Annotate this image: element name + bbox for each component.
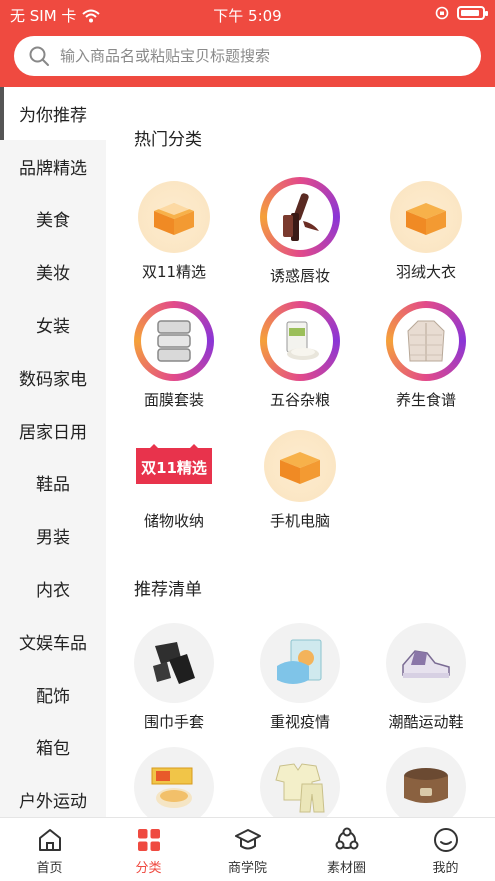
containers-icon [157,320,191,362]
category-item-health-recipe[interactable]: 养生食谱 [371,301,481,410]
nav-label: 商学院 [227,861,267,876]
mask-icon [277,639,322,684]
category-label: 羽绒大衣 [395,263,456,281]
nav-label: 我的 [432,861,459,876]
sidebar-item-accessories[interactable]: 配饰 [0,668,106,721]
category-label: 双11精选 [141,263,207,281]
category-label: 五谷杂粮 [269,391,330,409]
recommend-item-snack[interactable] [119,747,229,817]
nav-category[interactable]: 分类 [99,818,198,881]
battery-icon [457,6,488,20]
category-item-phone-pc[interactable]: 手机电脑 [245,430,355,531]
recommend-item-pajamas[interactable] [245,747,355,817]
category-label: 面膜套装 [143,391,204,409]
category-label: 养生食谱 [395,391,456,409]
sidebar-item-outdoor[interactable]: 户外运动 [0,773,106,817]
material-circle-icon [335,827,358,850]
category-label: 手机电脑 [269,512,330,530]
recommend-item-rice-cooker[interactable] [371,747,481,817]
sidebar-item-mens[interactable]: 男装 [0,509,106,562]
double11-badge-icon: 双11精选 [136,444,212,484]
status-bar: 无 SIM 卡 下午 5:09 [0,0,495,28]
box-icon [280,452,320,484]
header-bar: 无 SIM 卡 下午 5:09 [0,0,495,87]
category-label: 储物收纳 [143,512,204,530]
category-item-lipstick[interactable]: 诱惑唇妆 [245,177,355,286]
sidebar-item-underwear[interactable]: 内衣 [0,562,106,615]
nav-label: 分类 [135,861,162,876]
sidebar-item-digital[interactable]: 数码家电 [0,351,106,404]
profile-icon [433,828,458,852]
search-input[interactable] [60,47,460,65]
box-icon [154,203,194,235]
snack-icon [151,767,193,808]
status-time: 下午 5:09 [213,7,282,25]
sidebar-item-brand[interactable]: 品牌精选 [0,140,106,193]
category-item-storage[interactable]: 双11精选 储物收纳 [119,430,229,531]
recommend-label: 潮酷运动鞋 [388,713,464,731]
nav-home[interactable]: 首页 [0,818,99,881]
lipstick-icon [283,193,319,241]
category-item-double11[interactable]: 双11精选 [119,181,229,282]
grain-icon [286,321,319,360]
category-content: 热门分类 双11精选 诱惑唇妆 羽绒大衣 面膜套装 五谷杂粮 养生食谱 双11精… [106,87,495,817]
sidebar-item-food[interactable]: 美食 [0,193,106,246]
sidebar-item-womens[interactable]: 女装 [0,298,106,351]
recommend-item-scarf[interactable]: 围巾手套 [119,623,229,732]
sneaker-icon [402,650,450,678]
category-item-grains[interactable]: 五谷杂粮 [245,301,355,410]
recommend-label: 重视疫情 [269,713,330,731]
sidebar-item-makeup[interactable]: 美妆 [0,245,106,298]
recommend-item-sneaker[interactable]: 潮酷运动鞋 [371,623,481,732]
box-icon [406,203,446,235]
home-icon [38,829,61,851]
recommend-label: 围巾手套 [143,713,204,731]
sidebar-item-entertainment[interactable]: 文娱车品 [0,615,106,668]
sidebar-item-recommend[interactable]: 为你推荐 [0,87,106,140]
search-icon [29,46,49,66]
scarf-icon [153,642,195,684]
pajamas-icon [275,763,325,813]
category-item-facemask[interactable]: 面膜套装 [119,301,229,410]
sidebar-item-home[interactable]: 居家日用 [0,404,106,457]
sidebar-item-bags[interactable]: 箱包 [0,721,106,774]
category-sidebar: 为你推荐 品牌精选 美食 美妆 女装 数码家电 居家日用 鞋品 男装 内衣 文娱… [0,87,106,817]
recommend-item-mask[interactable]: 重视疫情 [245,623,355,732]
section-title-hot: 热门分类 [134,130,202,150]
orientation-lock-icon [435,6,449,20]
nav-label: 首页 [36,861,63,876]
bottom-nav: 首页 分类 商学院 素材圈 我的 [0,817,495,881]
nav-label: 素材圈 [326,861,366,876]
category-icon [137,829,160,851]
nav-profile[interactable]: 我的 [396,818,495,881]
search-bar[interactable] [14,36,481,76]
rice-cooker-icon [404,768,448,803]
double11-badge-text: 双11精选 [141,459,207,477]
sidebar-item-shoes[interactable]: 鞋品 [0,457,106,510]
section-title-recommend: 推荐清单 [134,580,202,600]
nav-material-circle[interactable]: 素材圈 [297,818,396,881]
category-item-down-jacket[interactable]: 羽绒大衣 [371,181,481,282]
jacket-icon [407,320,445,362]
nav-business-school[interactable]: 商学院 [198,818,297,881]
graduation-cap-icon [234,829,261,850]
category-label: 诱惑唇妆 [269,267,330,285]
